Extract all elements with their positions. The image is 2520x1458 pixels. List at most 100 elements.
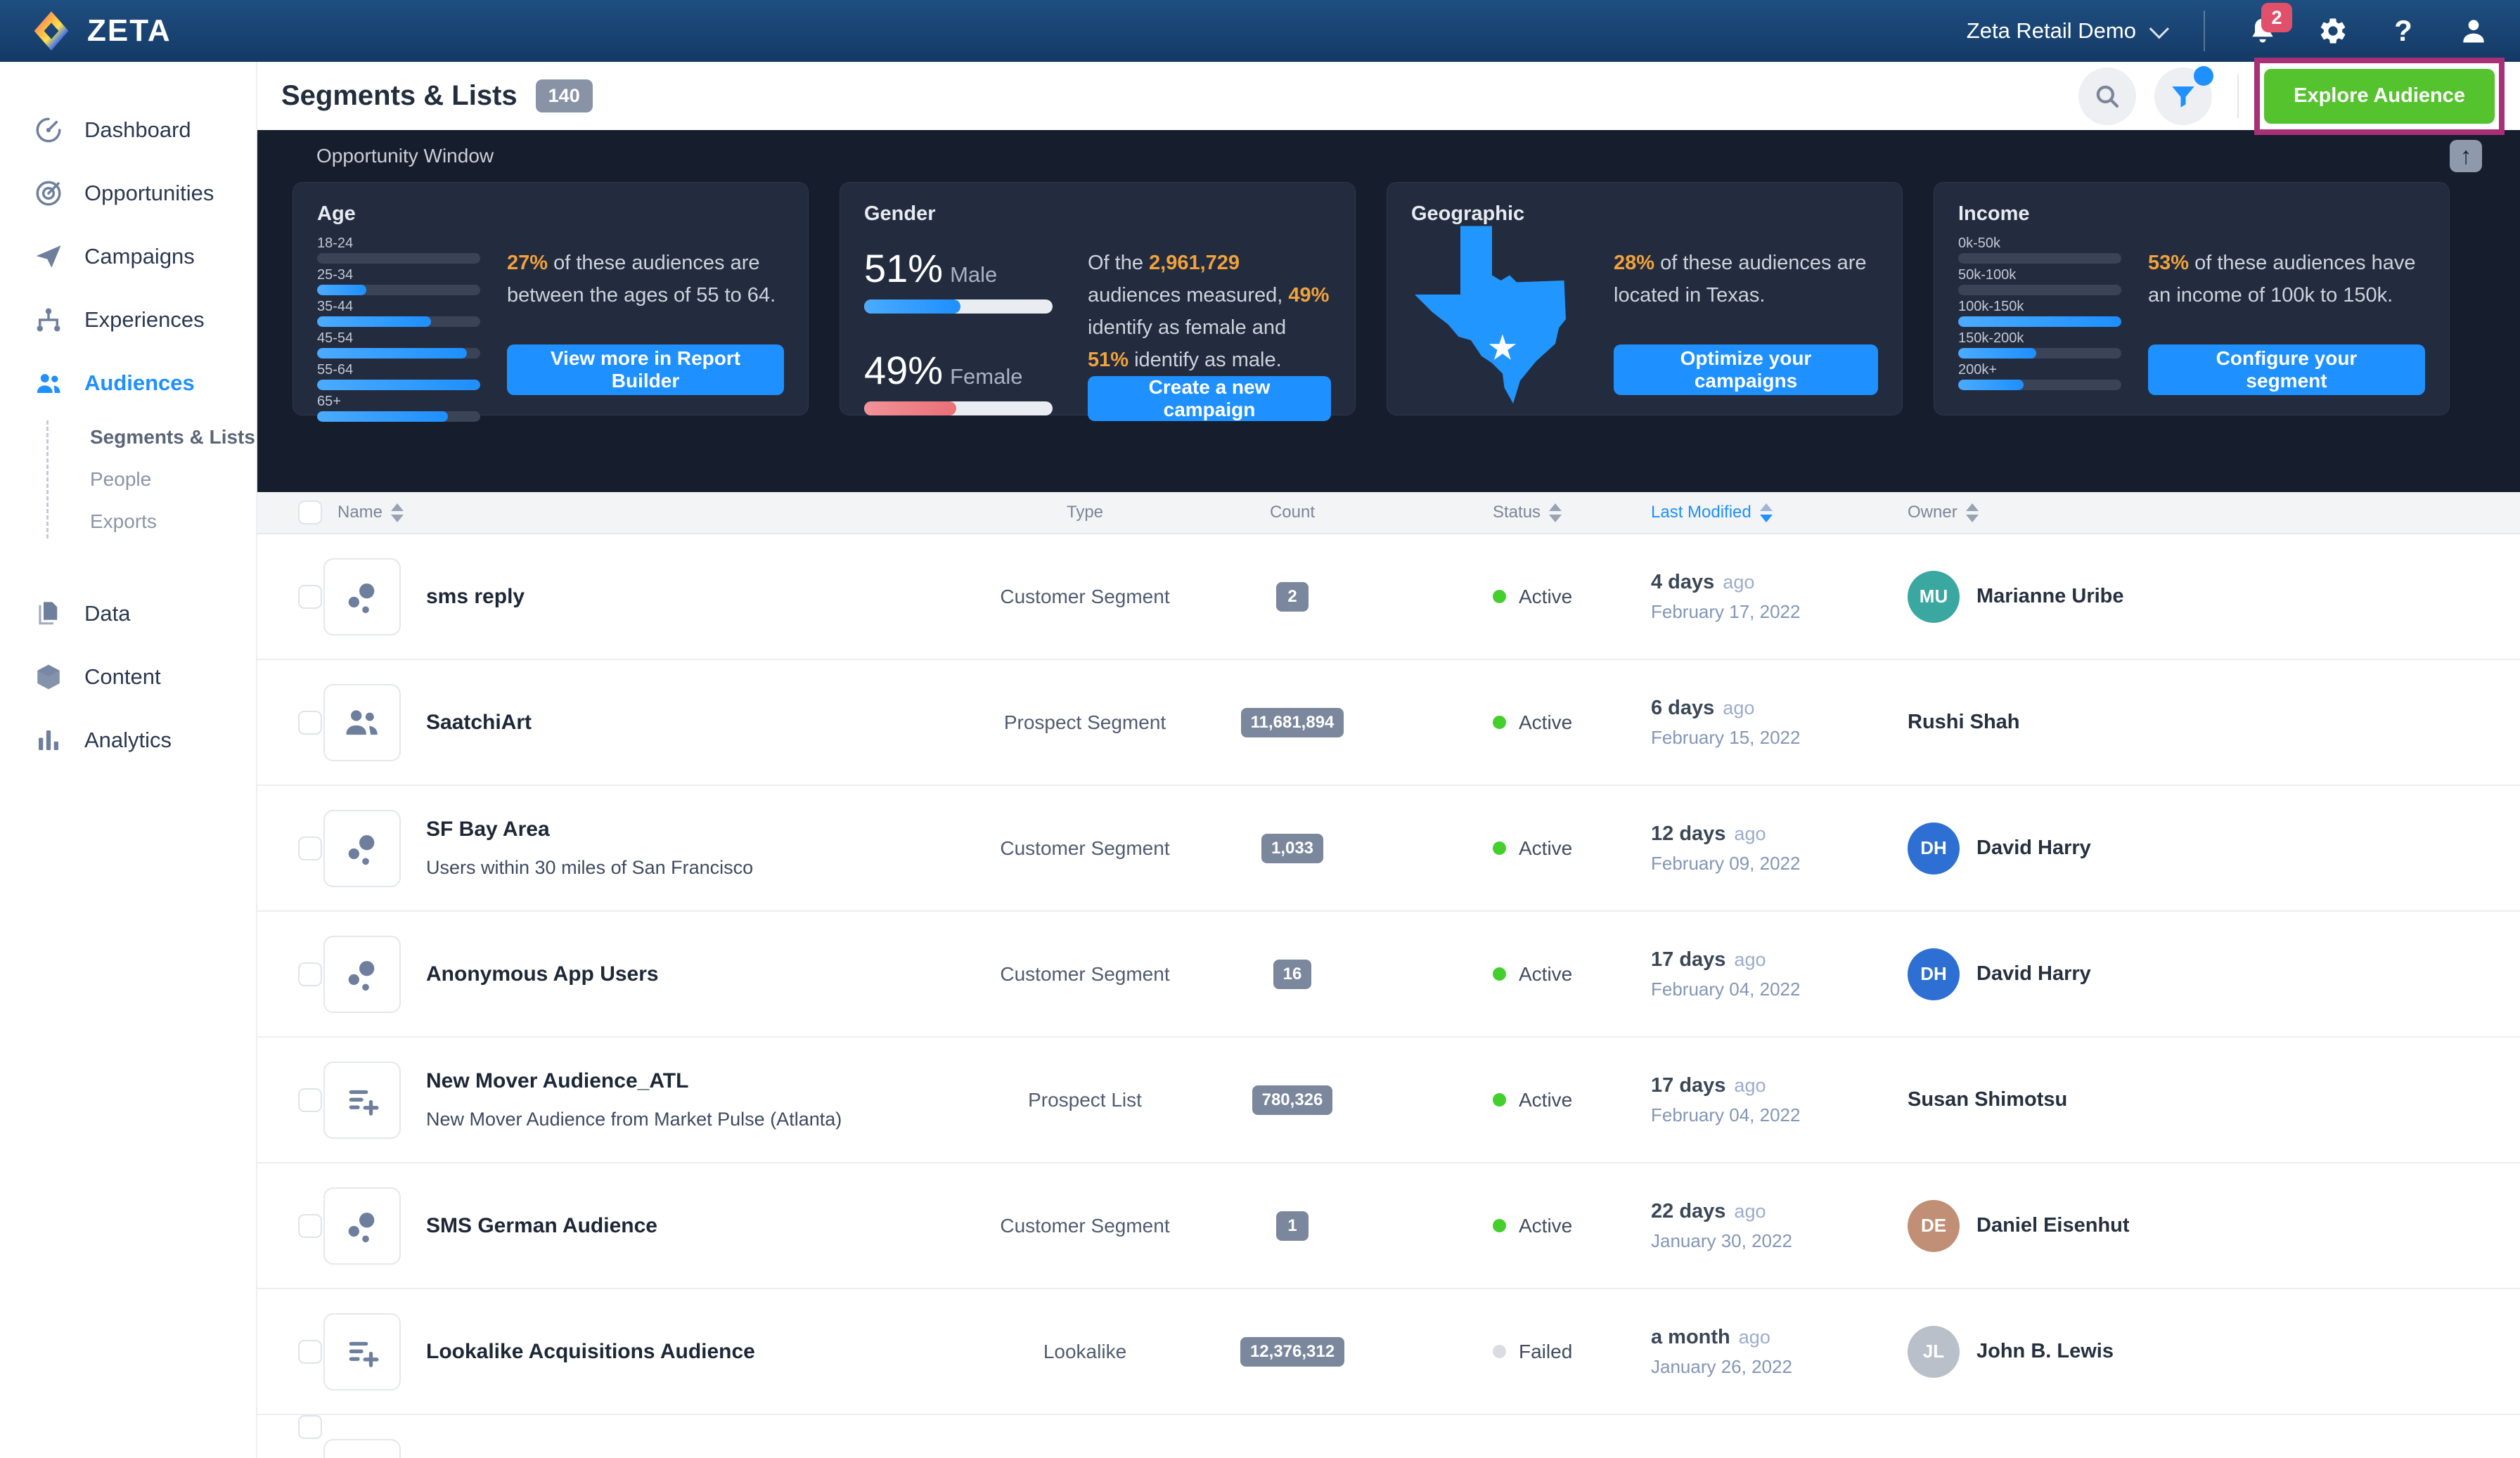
brand[interactable]: ZETA — [31, 11, 172, 51]
card-action-button-view-more-in-report-builder[interactable]: View more in Report Builder — [507, 344, 784, 395]
sidebar-item-dashboard[interactable]: Dashboard — [0, 98, 256, 162]
sidebar-item-label: Audiences — [84, 370, 195, 395]
account-switcher[interactable]: Zeta Retail Demo — [1967, 18, 2169, 44]
column-header-owner[interactable]: Owner — [1894, 503, 2263, 522]
status-dot-active — [1493, 841, 1506, 855]
segment-dots-icon — [341, 953, 383, 995]
segment-name[interactable]: Lookalike Acquisitions Audience — [426, 1340, 923, 1364]
card-action-button-optimize-your-campaigns[interactable]: Optimize your campaigns — [1614, 344, 1878, 395]
bar-fill — [317, 411, 448, 422]
total-count-badge: 140 — [535, 79, 593, 112]
segment-name[interactable]: SaatchiArt — [426, 711, 923, 735]
column-header-type[interactable]: Type — [944, 503, 1226, 522]
card-body: 18-24 25-34 35-44 45-54 55-64 65+ 27% of these… — [317, 236, 784, 422]
sidebar-subitem-segments-lists[interactable]: Segments & Lists — [90, 416, 256, 458]
sort-icon[interactable] — [1965, 503, 1979, 522]
notifications-button[interactable]: 2 — [2244, 3, 2292, 49]
sidebar-item-analytics[interactable]: Analytics — [0, 709, 256, 772]
bar-label: 200k+ — [1958, 362, 1998, 378]
row-checkbox[interactable] — [298, 962, 322, 986]
sidebar-item-campaigns[interactable]: Campaigns — [0, 225, 256, 288]
segment-type-tile — [323, 557, 401, 636]
sidebar-subitem-people[interactable]: People — [90, 458, 256, 501]
sidebar-subitem-exports[interactable]: Exports — [90, 501, 256, 543]
distribution-bar: 65+ — [317, 394, 480, 422]
sidebar-item-opportunities[interactable]: Opportunities — [0, 162, 256, 225]
row-checkbox[interactable] — [298, 1339, 322, 1364]
status-cell: Failed — [1359, 1341, 1640, 1363]
sidebar-item-audiences[interactable]: Audiences — [0, 351, 256, 415]
status-cell: Active — [1359, 837, 1640, 860]
column-header-status[interactable]: Status — [1359, 503, 1640, 522]
gender-stat-male: 51% Male — [864, 245, 1061, 314]
text-fragment: identify as male. — [1129, 349, 1282, 371]
card-body: 0k-50k 50k-100k 100k-150k 150k-200k 200k+ 53%… — [1958, 236, 2425, 395]
sort-icon[interactable] — [1549, 503, 1562, 522]
segment-type: Customer Segment — [1000, 585, 1170, 607]
table-row-new-mover-audience-atl: New Mover Audience_ATL New Mover Audience… — [257, 1038, 2520, 1163]
gender-stat-line: 51% Male — [864, 245, 1061, 291]
segment-dots-icon — [341, 827, 383, 870]
filter-button[interactable] — [2154, 65, 2214, 125]
sidebar-item-content[interactable]: Content — [0, 645, 256, 709]
row-checkbox[interactable] — [298, 1415, 322, 1439]
gender-bar-track — [864, 401, 1053, 415]
bar-track — [317, 348, 480, 359]
column-label: Count — [1269, 503, 1316, 522]
segment-name-block: sms reply — [426, 585, 944, 609]
sort-icon[interactable] — [391, 503, 404, 522]
sidebar-item-label: Experiences — [84, 307, 205, 332]
opportunity-card-gender: Gender 51% Male 49% Female Of the 2,961,729 a… — [840, 182, 1356, 421]
row-checkbox[interactable] — [298, 584, 322, 609]
search-button[interactable] — [2078, 67, 2137, 125]
highlight-value: 49% — [1288, 284, 1330, 307]
opportunity-window: Opportunity Window ↑ Age 18-24 25-34 35-44 4… — [257, 130, 2520, 492]
gender-stats: 51% Male 49% Female — [864, 236, 1061, 415]
help-button[interactable]: ? — [2385, 13, 2422, 49]
modified-relative: 17 days ago — [1651, 1073, 1766, 1097]
settings-button[interactable] — [2315, 13, 2351, 49]
row-checkbox[interactable] — [298, 710, 322, 735]
opportunity-card-age: Age 18-24 25-34 35-44 45-54 55-64 65+ 27% of th… — [292, 182, 809, 422]
segment-name[interactable]: sms reply — [426, 585, 923, 609]
column-header-name[interactable]: Name — [323, 503, 426, 522]
segments-table: Name Type Count Status Last Modified Owner sm… — [257, 492, 2520, 1458]
gender-percent: 49% — [864, 348, 944, 392]
bar-fill — [317, 285, 366, 295]
segment-name[interactable]: SMS German Audience — [426, 1214, 923, 1238]
card-action-button-create-a-new-campaign[interactable]: Create a new campaign — [1088, 376, 1331, 421]
last-modified-cell: 22 days ago January 30, 2022 — [1640, 1200, 1894, 1252]
sidebar-item-experiences[interactable]: Experiences — [0, 288, 256, 351]
sort-up-arrow — [391, 503, 404, 511]
segment-name[interactable]: SF Bay Area — [426, 818, 923, 841]
count-badge: 16 — [1273, 959, 1312, 989]
sidebar-item-data[interactable]: Data — [0, 582, 256, 645]
sort-icon[interactable] — [1759, 503, 1773, 522]
opportunity-card-geographic: Geographic ★ 28% of these audiences are lo… — [1387, 182, 1903, 415]
zeta-app: ZETA Zeta Retail Demo 2 ? Dashboard Oppo… — [0, 0, 2520, 1458]
row-checkbox[interactable] — [298, 1213, 322, 1238]
collapse-panel-icon[interactable]: ↑ — [2450, 140, 2482, 172]
segment-type-tile — [323, 935, 401, 1013]
row-checkbox[interactable] — [298, 1088, 322, 1112]
segment-type: Lookalike — [1043, 1340, 1127, 1362]
segment-name[interactable]: New Mover Audience_ATL — [426, 1069, 923, 1093]
profile-button[interactable] — [2455, 13, 2492, 49]
gender-bar-fill — [864, 299, 960, 314]
modified-date: February 15, 2022 — [1651, 726, 1801, 748]
card-insight-text: 27% of these audiences are between the a… — [507, 247, 784, 311]
segment-name[interactable]: Anonymous App Users — [426, 962, 923, 986]
table-row-sms-reply: sms reply Customer Segment 2 Active 4 days ag… — [257, 534, 2520, 660]
status-cell: Active — [1359, 1089, 1640, 1111]
row-checkbox[interactable] — [298, 836, 322, 860]
column-header-count[interactable]: Count — [1226, 503, 1359, 522]
card-action-button-configure-your-segment[interactable]: Configure your segment — [2148, 344, 2425, 395]
status-label: Active — [1519, 711, 1573, 733]
sidebar-nav: Dashboard Opportunities Campaigns Experienc… — [0, 98, 256, 772]
column-header-last-modified[interactable]: Last Modified — [1640, 503, 1894, 522]
column-label: Status — [1493, 503, 1541, 522]
explore-audience-button[interactable]: Explore Audience — [2264, 68, 2495, 124]
sort-down-arrow — [391, 514, 404, 522]
segment-count-cell: 1,033 — [1226, 833, 1359, 863]
select-all-checkbox[interactable] — [298, 501, 322, 524]
